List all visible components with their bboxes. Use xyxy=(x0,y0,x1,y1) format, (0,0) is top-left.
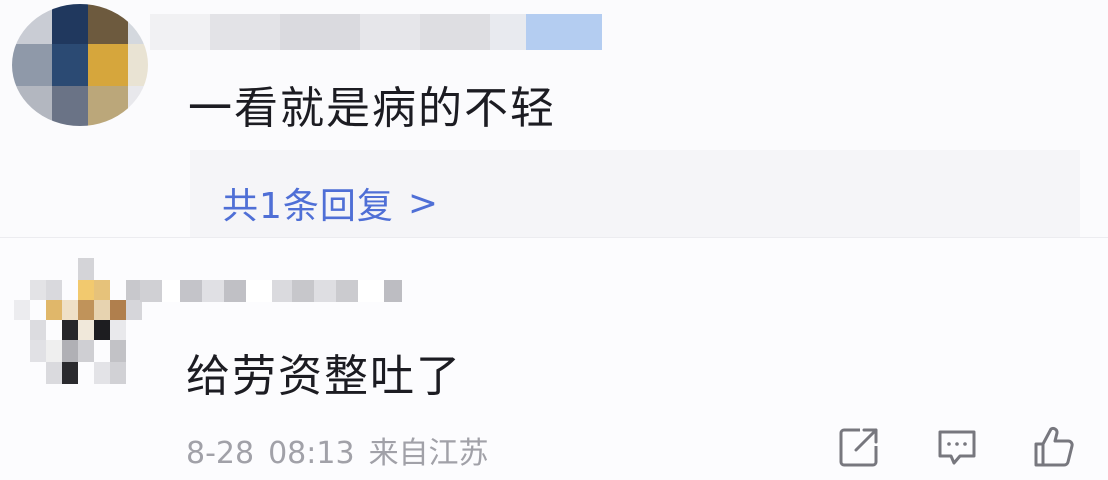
comment-item: 一看就是病的不轻 共1条回复 > xyxy=(0,0,1108,238)
comment-time: 08:13 xyxy=(268,436,355,471)
comment-icon xyxy=(938,430,976,465)
avatar[interactable] xyxy=(14,258,142,388)
view-replies-link[interactable]: 共1条回复 > xyxy=(222,177,439,229)
comment-text: 一看就是病的不轻 xyxy=(188,83,556,134)
share-button[interactable] xyxy=(836,424,882,470)
comment-meta: 8-28 08:13 来自江苏 xyxy=(186,428,503,472)
comment-date: 8-28 xyxy=(186,436,255,471)
chevron-right-icon: > xyxy=(407,182,440,224)
like-button[interactable] xyxy=(1030,424,1076,470)
username[interactable] xyxy=(140,280,402,302)
share-icon xyxy=(839,428,878,467)
thumbs-up-icon xyxy=(1034,426,1074,467)
reply-button[interactable] xyxy=(934,424,980,470)
comment-text: 给劳资整吐了 xyxy=(186,351,462,402)
username[interactable] xyxy=(150,14,602,50)
comment-location: 来自江苏 xyxy=(368,436,489,471)
view-replies-label: 共1条回复 xyxy=(222,186,394,227)
avatar[interactable] xyxy=(12,4,148,126)
